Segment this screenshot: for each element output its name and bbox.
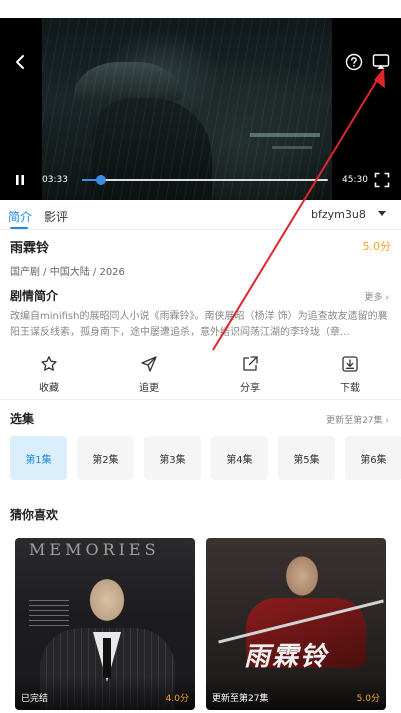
episode-list: 第1集 第2集 第3集 第4集 第5集 第6集 xyxy=(0,436,401,482)
send-icon xyxy=(141,356,157,372)
tab-reviews[interactable]: 影评 xyxy=(44,208,68,225)
poster-title-text: 雨霖铃 xyxy=(244,642,329,672)
card-score: 4.0分 xyxy=(165,694,189,704)
follow-button[interactable]: 追更 xyxy=(119,354,179,398)
progress-bar[interactable] xyxy=(82,175,328,185)
card-status: 已完结 xyxy=(21,694,49,704)
favorite-button[interactable]: 收藏 xyxy=(19,354,79,398)
chevron-down-icon[interactable] xyxy=(378,211,386,216)
episode-item[interactable]: 第4集 xyxy=(211,436,268,480)
card-score: 5.0分 xyxy=(356,694,380,704)
source-select[interactable]: bfzym3u8 xyxy=(311,208,366,221)
card-status: 更新至第27集 xyxy=(212,694,269,704)
favorite-label: 收藏 xyxy=(39,383,59,394)
episodes-heading: 选集 xyxy=(10,412,35,426)
recommend-heading: 猜你喜欢 xyxy=(10,508,59,522)
video-frame[interactable] xyxy=(42,18,332,200)
detail-tabs: 简介 影评 bfzym3u8 xyxy=(0,200,401,230)
recommend-card[interactable]: 雨霖铃 更新至第27集 5.0分 xyxy=(206,538,386,710)
download-icon xyxy=(342,356,358,372)
pause-icon xyxy=(16,175,24,185)
share-button[interactable]: 分享 xyxy=(220,354,280,398)
episode-item[interactable]: 第5集 xyxy=(278,436,335,480)
fullscreen-icon xyxy=(374,172,390,188)
episode-item[interactable]: 第2集 xyxy=(77,436,134,480)
synopsis-text: 改编自minifish的展昭同人小说《雨霖铃》。南侠展昭（杨洋 饰）为追查故友遗… xyxy=(10,311,388,338)
active-tab-indicator xyxy=(10,227,28,229)
help-circle-icon xyxy=(345,53,363,71)
episodes-update-link[interactable]: 更新至第27集 › xyxy=(326,413,389,426)
recommend-card[interactable]: MEMORIES 已完结 4.0分 xyxy=(15,538,195,710)
fullscreen-button[interactable] xyxy=(372,170,392,190)
poster-tie xyxy=(103,638,111,678)
share-label: 分享 xyxy=(240,383,260,394)
duration-time: 45:30 xyxy=(342,175,368,185)
poster-credit-lines xyxy=(29,600,69,628)
follow-label: 追更 xyxy=(139,383,159,394)
show-title: 雨霖铃 xyxy=(10,241,50,256)
synopsis-heading: 剧情简介 xyxy=(10,289,59,303)
share-icon xyxy=(243,356,258,371)
status-bar-area xyxy=(0,0,401,18)
cast-screen-icon xyxy=(372,54,390,69)
chevron-left-icon xyxy=(16,55,24,69)
cast-button[interactable] xyxy=(371,52,391,72)
pause-button[interactable] xyxy=(10,170,30,190)
show-meta: 国产剧 / 中国大陆 / 2026 xyxy=(10,267,125,278)
download-button[interactable]: 下载 xyxy=(320,354,380,398)
episode-item[interactable]: 第3集 xyxy=(144,436,201,480)
tab-intro[interactable]: 简介 xyxy=(8,208,32,225)
action-bar: 收藏 追更 分享 下载 xyxy=(0,350,401,400)
star-icon xyxy=(41,356,57,371)
back-button[interactable] xyxy=(8,50,32,74)
current-time: 03:33 xyxy=(42,175,68,185)
show-rating: 5.0分 xyxy=(362,240,392,253)
episode-item[interactable]: 第1集 xyxy=(10,436,67,480)
episode-item[interactable]: 第6集 xyxy=(345,436,401,480)
scene-rain xyxy=(42,18,332,200)
synopsis-more-link[interactable]: 更多 › xyxy=(365,290,389,303)
poster-title-text: MEMORIES xyxy=(29,540,160,559)
help-button[interactable] xyxy=(344,52,364,72)
download-label: 下载 xyxy=(340,383,360,394)
video-player[interactable]: 03:33 45:30 xyxy=(0,0,401,200)
